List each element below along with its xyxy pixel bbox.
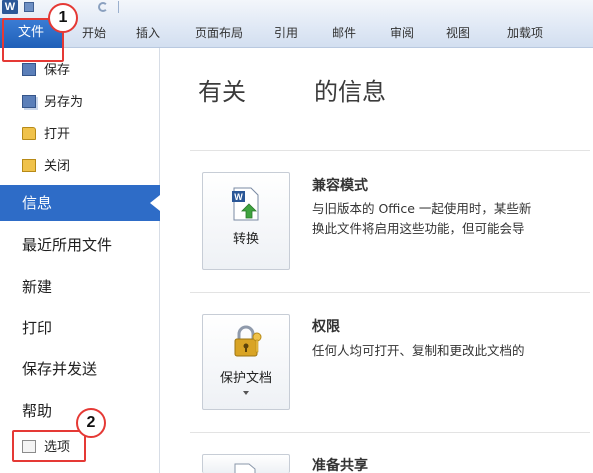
compat-mode-desc-2: 换此文件将启用这些功能，但可能会导 bbox=[312, 221, 525, 236]
tab-review[interactable]: 审阅 bbox=[384, 18, 420, 48]
nav-recent[interactable]: 最近所用文件 bbox=[22, 230, 112, 260]
tab-insert[interactable]: 插入 bbox=[130, 18, 166, 48]
nav-open[interactable]: 打开 bbox=[22, 124, 70, 146]
convert-document-icon: W bbox=[232, 187, 259, 221]
svg-text:W: W bbox=[234, 192, 243, 202]
nav-save-as[interactable]: 另存为 bbox=[22, 92, 83, 114]
nav-new[interactable]: 新建 bbox=[22, 272, 52, 302]
permissions-desc: 任何人均可打开、复制和更改此文档的 bbox=[312, 343, 525, 358]
convert-label: 转换 bbox=[232, 232, 259, 247]
close-folder-icon bbox=[22, 159, 36, 172]
prepare-share-button[interactable] bbox=[202, 454, 290, 473]
nav-open-label: 打开 bbox=[44, 127, 71, 142]
nav-print[interactable]: 打印 bbox=[22, 313, 52, 343]
nav-help[interactable]: 帮助 bbox=[22, 396, 52, 426]
chevron-down-icon bbox=[243, 391, 249, 395]
callout-step-1: 1 bbox=[48, 3, 78, 33]
tab-add-ins[interactable]: 加载项 bbox=[500, 18, 550, 48]
word-logo-icon[interactable]: W bbox=[2, 0, 18, 14]
tab-mailings[interactable]: 邮件 bbox=[326, 18, 362, 48]
nav-save-send[interactable]: 保存并发送 bbox=[22, 354, 97, 384]
nav-close-label: 关闭 bbox=[44, 159, 71, 174]
divider bbox=[190, 150, 590, 151]
page-title-left: 有关 bbox=[198, 78, 246, 106]
nav-save[interactable]: 保存 bbox=[22, 60, 70, 82]
callout-step-2: 2 bbox=[76, 408, 106, 438]
ribbon: W 文件 开始 插入 页面布局 引用 邮件 审阅 视图 加载项 bbox=[0, 0, 593, 48]
nav-save-as-label: 另存为 bbox=[44, 95, 84, 110]
save-as-icon bbox=[22, 95, 36, 108]
document-icon bbox=[234, 463, 256, 473]
protect-document-button[interactable]: 保护文档 bbox=[202, 314, 290, 410]
qat-save-icon[interactable] bbox=[24, 2, 34, 12]
divider bbox=[190, 292, 590, 293]
tab-page-layout[interactable]: 页面布局 bbox=[188, 18, 250, 48]
nav-save-label: 保存 bbox=[44, 63, 71, 78]
divider bbox=[190, 432, 590, 433]
active-indicator-arrow bbox=[150, 195, 160, 211]
open-folder-icon bbox=[22, 127, 36, 140]
tab-home[interactable]: 开始 bbox=[76, 18, 112, 48]
tab-view[interactable]: 视图 bbox=[440, 18, 476, 48]
highlight-options bbox=[12, 430, 86, 462]
nav-close[interactable]: 关闭 bbox=[22, 156, 70, 178]
page-title-right: 的信息 bbox=[314, 78, 386, 106]
compat-mode-title: 兼容模式 bbox=[312, 178, 368, 194]
qat-undo-icon[interactable] bbox=[98, 2, 108, 12]
compat-mode-desc-1: 与旧版本的 Office 一起使用时，某些新 bbox=[312, 201, 532, 216]
tab-references[interactable]: 引用 bbox=[268, 18, 304, 48]
nav-info[interactable]: 信息 bbox=[0, 185, 160, 221]
permissions-title: 权限 bbox=[312, 319, 340, 335]
protect-document-label: 保护文档 bbox=[219, 371, 272, 386]
save-icon bbox=[22, 63, 36, 76]
prepare-share-title: 准备共享 bbox=[312, 458, 368, 473]
convert-button[interactable]: W 转换 bbox=[202, 172, 290, 270]
lock-key-icon bbox=[234, 325, 262, 357]
qat-separator bbox=[118, 1, 119, 13]
